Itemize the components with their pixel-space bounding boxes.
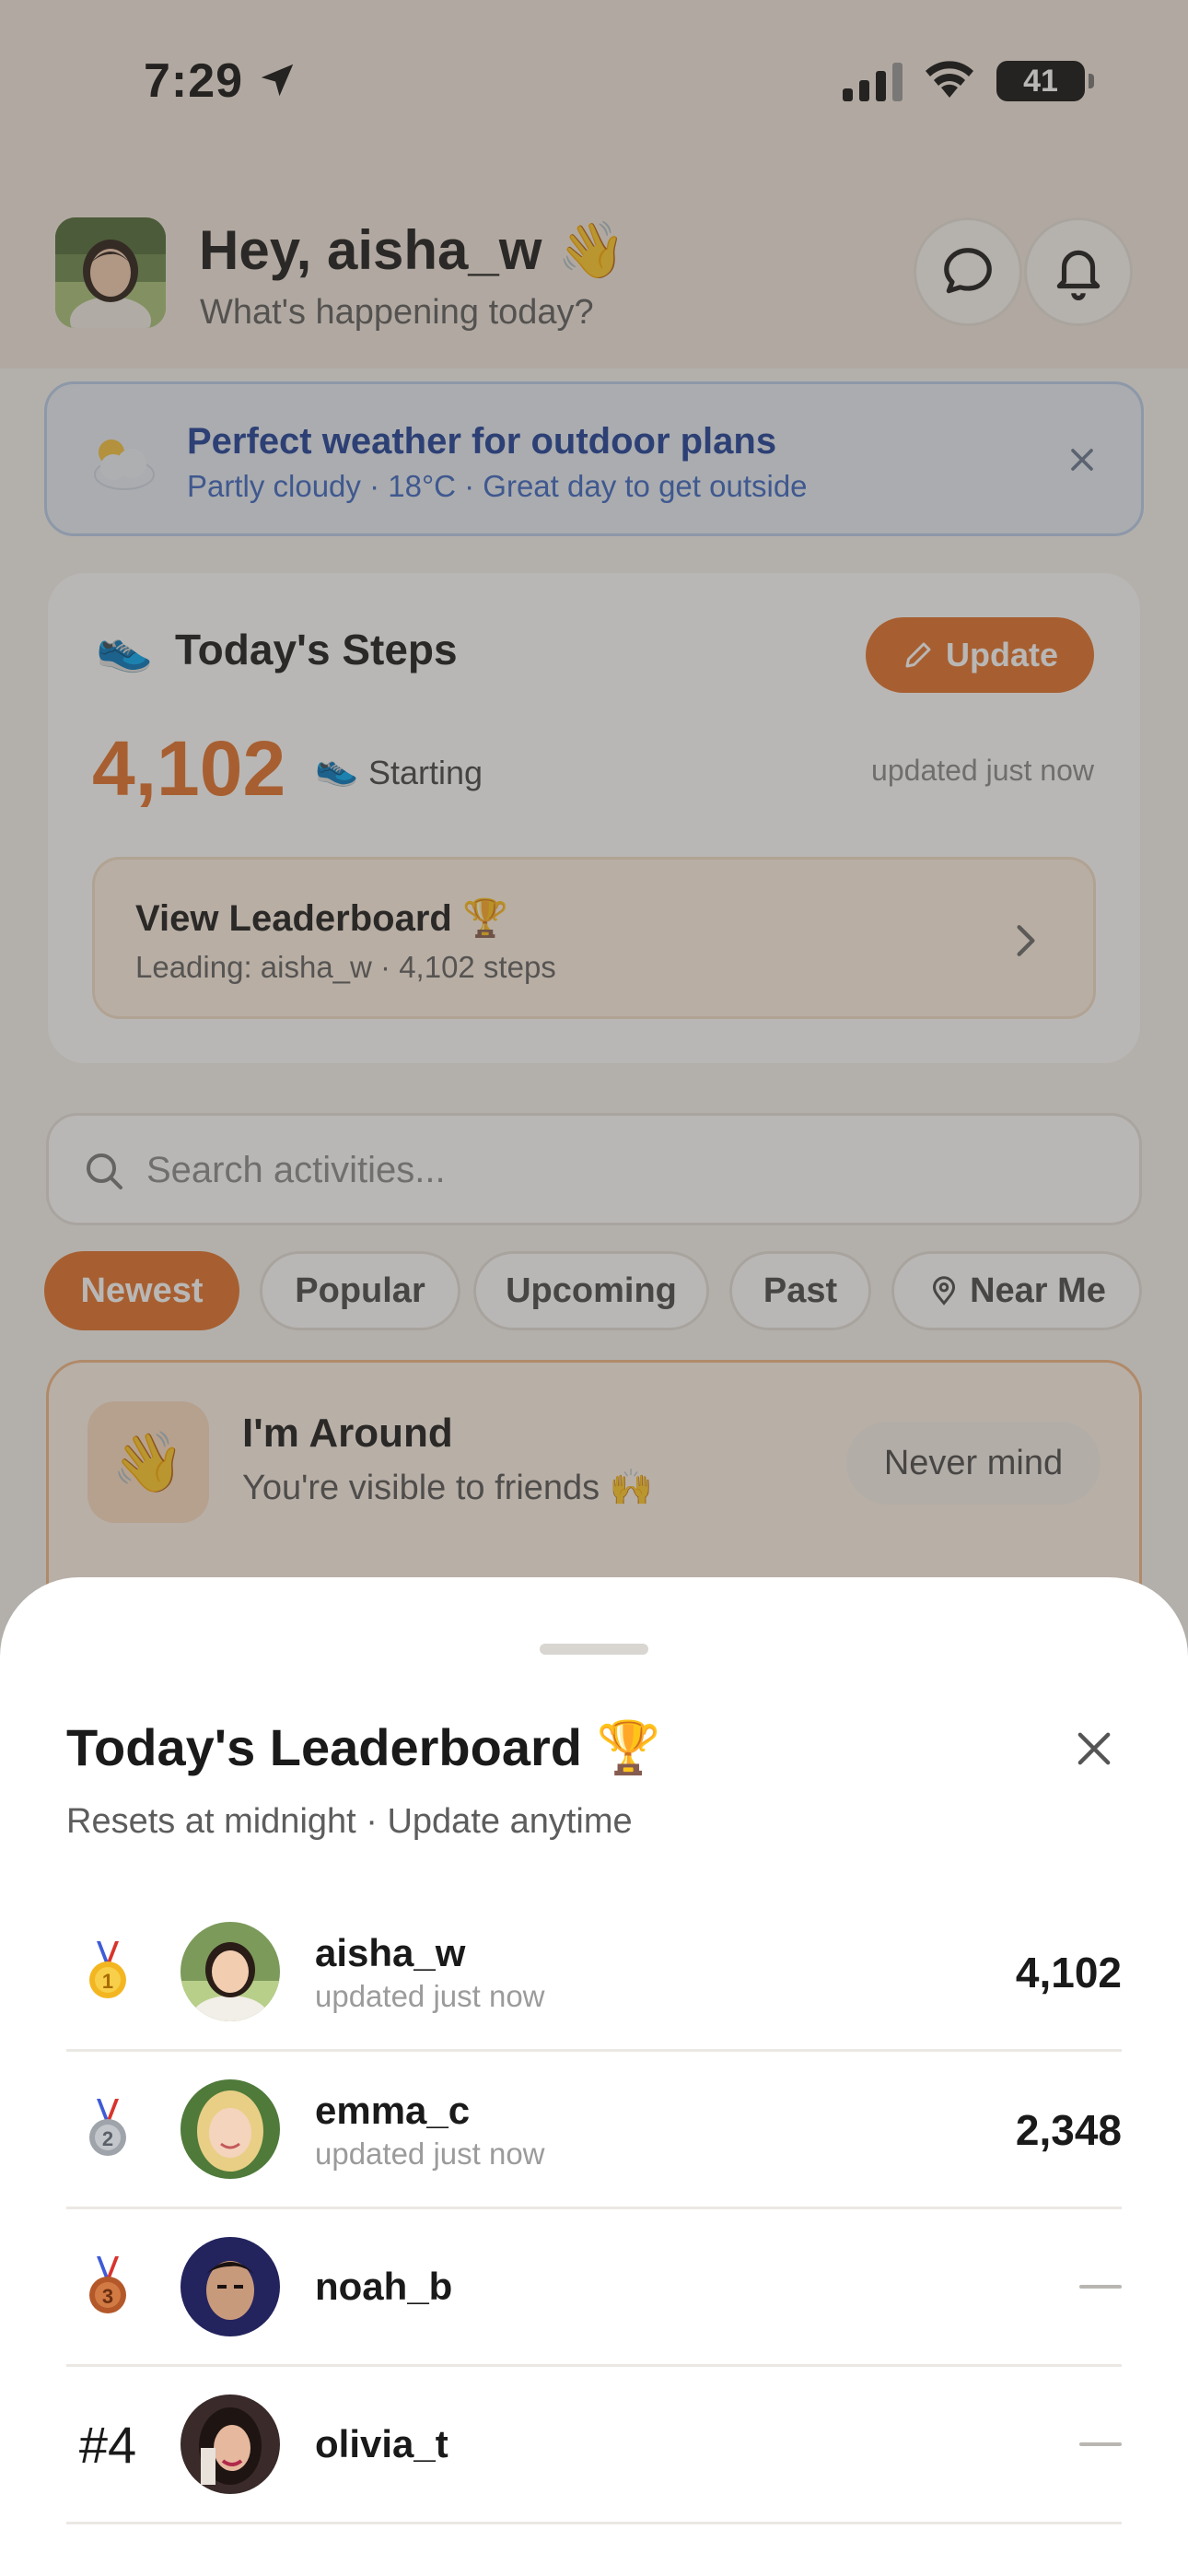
row-score: 2,348 bbox=[1015, 2106, 1122, 2154]
no-score-dash bbox=[1079, 2442, 1122, 2446]
avatar[interactable] bbox=[181, 2079, 280, 2179]
leaderboard-row[interactable]: 2 emma_c updated just now 2,348 bbox=[66, 2052, 1122, 2209]
leaderboard-sheet: Today's Leaderboard 🏆 Resets at midnight… bbox=[0, 1577, 1188, 2576]
silver-medal-icon: 2 bbox=[66, 2052, 149, 2207]
row-username: olivia_t bbox=[315, 2422, 448, 2465]
sheet-title: Today's Leaderboard 🏆 bbox=[66, 1718, 661, 1776]
leaderboard-row[interactable]: 1 aisha_w updated just now 4,102 bbox=[66, 1894, 1122, 2052]
sheet-drag-handle[interactable] bbox=[540, 1644, 648, 1655]
row-rank: #4 bbox=[66, 2367, 149, 2522]
sheet-subtitle: Resets at midnight · Update anytime bbox=[66, 1802, 633, 1841]
leaderboard-row[interactable]: 3 noah_b bbox=[66, 2209, 1122, 2367]
row-score: 4,102 bbox=[1015, 1949, 1122, 1996]
svg-text:2: 2 bbox=[102, 2127, 113, 2150]
gold-medal-icon: 1 bbox=[66, 1894, 149, 2049]
svg-text:3: 3 bbox=[102, 2285, 113, 2308]
leaderboard-list: 1 aisha_w updated just now 4,102 2 emma_… bbox=[66, 1894, 1122, 2524]
row-username: emma_c bbox=[315, 2089, 471, 2132]
avatar[interactable] bbox=[181, 1922, 280, 2021]
avatar[interactable] bbox=[181, 2237, 280, 2336]
row-username: aisha_w bbox=[315, 1931, 466, 1974]
leaderboard-row[interactable]: #4 olivia_t bbox=[66, 2367, 1122, 2524]
avatar[interactable] bbox=[181, 2395, 280, 2494]
no-score-dash bbox=[1079, 2285, 1122, 2289]
row-updated: updated just now bbox=[315, 1979, 545, 2013]
row-username: noah_b bbox=[315, 2265, 453, 2308]
rank-label: #4 bbox=[78, 2415, 137, 2474]
svg-text:1: 1 bbox=[102, 1970, 113, 1993]
bronze-medal-icon: 3 bbox=[66, 2209, 149, 2364]
row-updated: updated just now bbox=[315, 2137, 545, 2171]
close-icon[interactable] bbox=[1070, 1725, 1118, 1773]
